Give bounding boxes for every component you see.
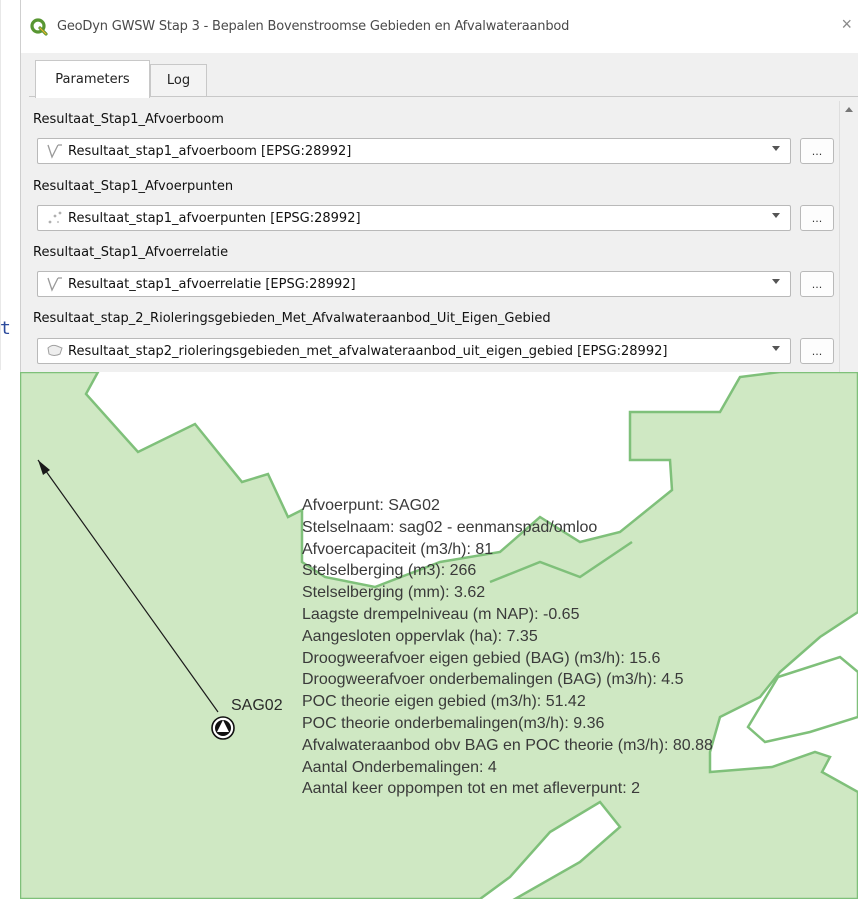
- left-edge-divider: [0, 0, 1, 370]
- map-tip-line: Stelselberging (m3): 266: [302, 562, 477, 580]
- map-tip-line: POC theorie onderbemalingen(m3/h): 9.36: [302, 714, 605, 732]
- map-tip-line: Afvoercapaciteit (m3/h): 81: [302, 540, 494, 558]
- layer-select-value: Resultaat_stap1_afvoerrelatie [EPSG:2899…: [68, 276, 356, 292]
- qgis-logo-icon: [30, 18, 48, 36]
- layer-select-afvoerrelatie[interactable]: Resultaat_stap1_afvoerrelatie [EPSG:2899…: [37, 271, 791, 297]
- map-point-label: SAG02: [231, 697, 283, 714]
- tab-log[interactable]: Log: [150, 64, 207, 96]
- map-tip-line: Aantal Onderbemalingen: 4: [302, 758, 497, 776]
- layer-select-value: Resultaat_stap1_afvoerboom [EPSG:28992]: [68, 143, 352, 159]
- browse-button[interactable]: ...: [800, 205, 834, 231]
- map-tip-line: Droogweerafvoer onderbemalingen (BAG) (m…: [302, 671, 684, 689]
- layer-select-value: Resultaat_stap2_rioleringsgebieden_met_a…: [68, 343, 668, 359]
- map-tip-line: Afvalwateraanbod obv BAG en POC theorie …: [302, 736, 713, 754]
- browse-button-label: ...: [811, 277, 823, 291]
- map-tip-line: Afvoerpunt: SAG02: [302, 497, 440, 514]
- map-tip-line: Aantal keer oppompen tot en met afleverp…: [302, 780, 640, 798]
- title-bar: GeoDyn GWSW Stap 3 - Bepalen Bovenstroom…: [21, 0, 858, 53]
- browse-button[interactable]: ...: [800, 338, 834, 364]
- browse-button[interactable]: ...: [800, 271, 834, 297]
- layer-select-afvoerpunten[interactable]: Resultaat_stap1_afvoerpunten [EPSG:28992…: [37, 205, 791, 231]
- tab-parameters[interactable]: Parameters: [35, 60, 150, 98]
- param-label-afvoerrelatie: Resultaat_Stap1_Afvoerrelatie: [33, 245, 229, 260]
- browse-button-label: ...: [811, 211, 823, 225]
- layer-select-afvoerboom[interactable]: Resultaat_stap1_afvoerboom [EPSG:28992]: [37, 138, 791, 164]
- pump-point-icon[interactable]: [211, 716, 235, 740]
- chevron-down-icon: [772, 279, 780, 284]
- map-tip-line: Stelselnaam: sag02 - eenmanspad/omloo: [302, 518, 598, 536]
- map-canvas[interactable]: SAG02 Afvoerpunt: SAG02 Stelselnaam: sag…: [20, 372, 858, 899]
- browse-button-label: ...: [811, 344, 823, 358]
- parameters-panel: Resultaat_Stap1_Afvoerboom Resultaat_sta…: [29, 96, 858, 372]
- processing-dialog: GeoDyn GWSW Stap 3 - Bepalen Bovenstroom…: [20, 0, 858, 372]
- scroll-up-icon[interactable]: [845, 107, 853, 112]
- browse-button[interactable]: ...: [800, 138, 834, 164]
- chevron-down-icon: [772, 146, 780, 151]
- map-tip-line: Laagste drempelniveau (m NAP): -0.65: [302, 605, 580, 623]
- map-tip-line: Stelselberging (mm): 3.62: [302, 584, 486, 602]
- layer-select-rioleringsgebieden[interactable]: Resultaat_stap2_rioleringsgebieden_met_a…: [37, 338, 791, 364]
- close-icon[interactable]: ×: [841, 14, 852, 35]
- map-tip-line: POC theorie eigen gebied (m3/h): 51.42: [302, 693, 586, 711]
- map-tip: Afvoerpunt: SAG02 Stelselnaam: sag02 - e…: [302, 495, 713, 800]
- chevron-down-icon: [772, 346, 780, 351]
- chevron-down-icon: [772, 213, 780, 218]
- param-label-rioleringsgebieden: Resultaat_stap_2_Rioleringsgebieden_Met_…: [33, 311, 551, 326]
- map-tip-line: Aangesloten oppervlak (ha): 7.35: [302, 627, 538, 645]
- line-layer-icon: [47, 144, 62, 159]
- panel-scrollbar[interactable]: [839, 101, 858, 372]
- param-label-afvoerboom: Resultaat_Stap1_Afvoerboom: [33, 112, 224, 127]
- window-title: GeoDyn GWSW Stap 3 - Bepalen Bovenstroom…: [57, 19, 570, 34]
- point-layer-icon: [48, 211, 62, 224]
- polygon-layer-icon: [47, 344, 63, 356]
- layer-select-value: Resultaat_stap1_afvoerpunten [EPSG:28992…: [68, 210, 361, 226]
- line-layer-icon: [47, 277, 62, 292]
- browse-button-label: ...: [811, 144, 823, 158]
- map-tip-line: Droogweerafvoer eigen gebied (BAG) (m3/h…: [302, 649, 661, 667]
- left-edge-glyph: t: [0, 318, 11, 339]
- param-label-afvoerpunten: Resultaat_Stap1_Afvoerpunten: [33, 179, 234, 194]
